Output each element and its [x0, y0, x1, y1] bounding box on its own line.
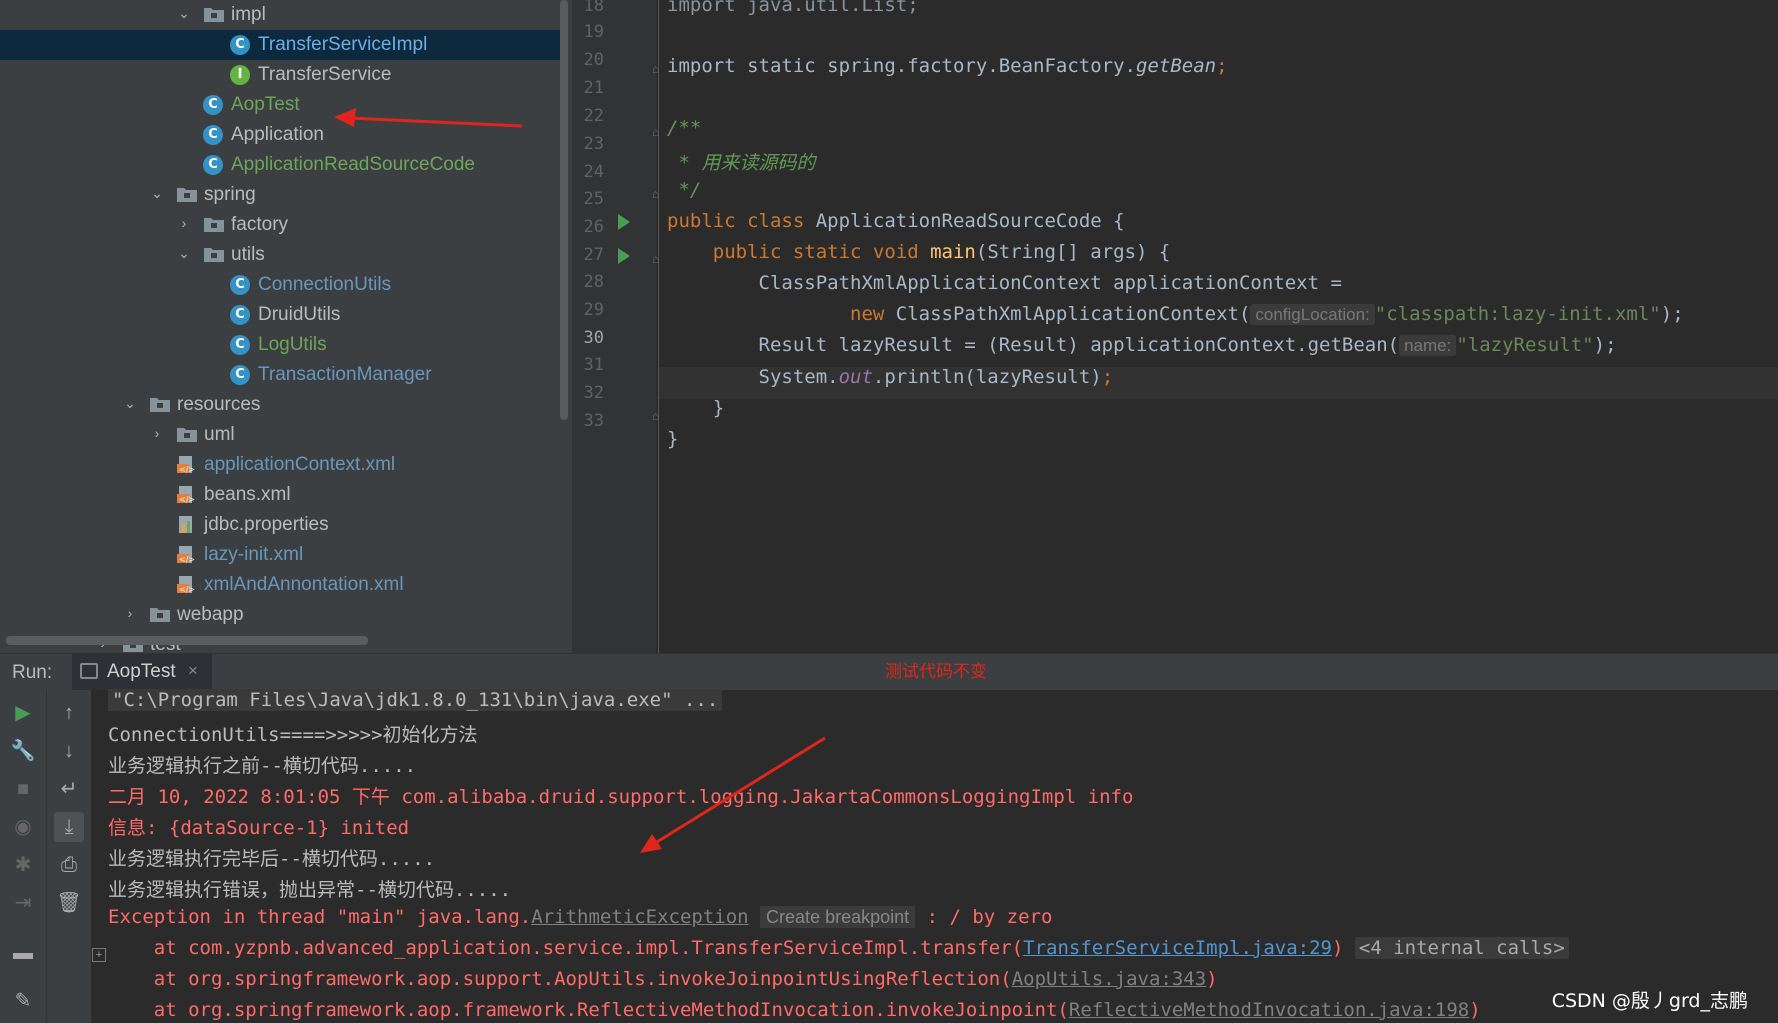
- annotation-arrows: [334, 108, 826, 853]
- arrow-to-aoptest: [334, 108, 523, 128]
- arrow-to-console: [640, 736, 826, 853]
- watermark: CSDN @殷丿grd_志鹏: [1551, 990, 1748, 1012]
